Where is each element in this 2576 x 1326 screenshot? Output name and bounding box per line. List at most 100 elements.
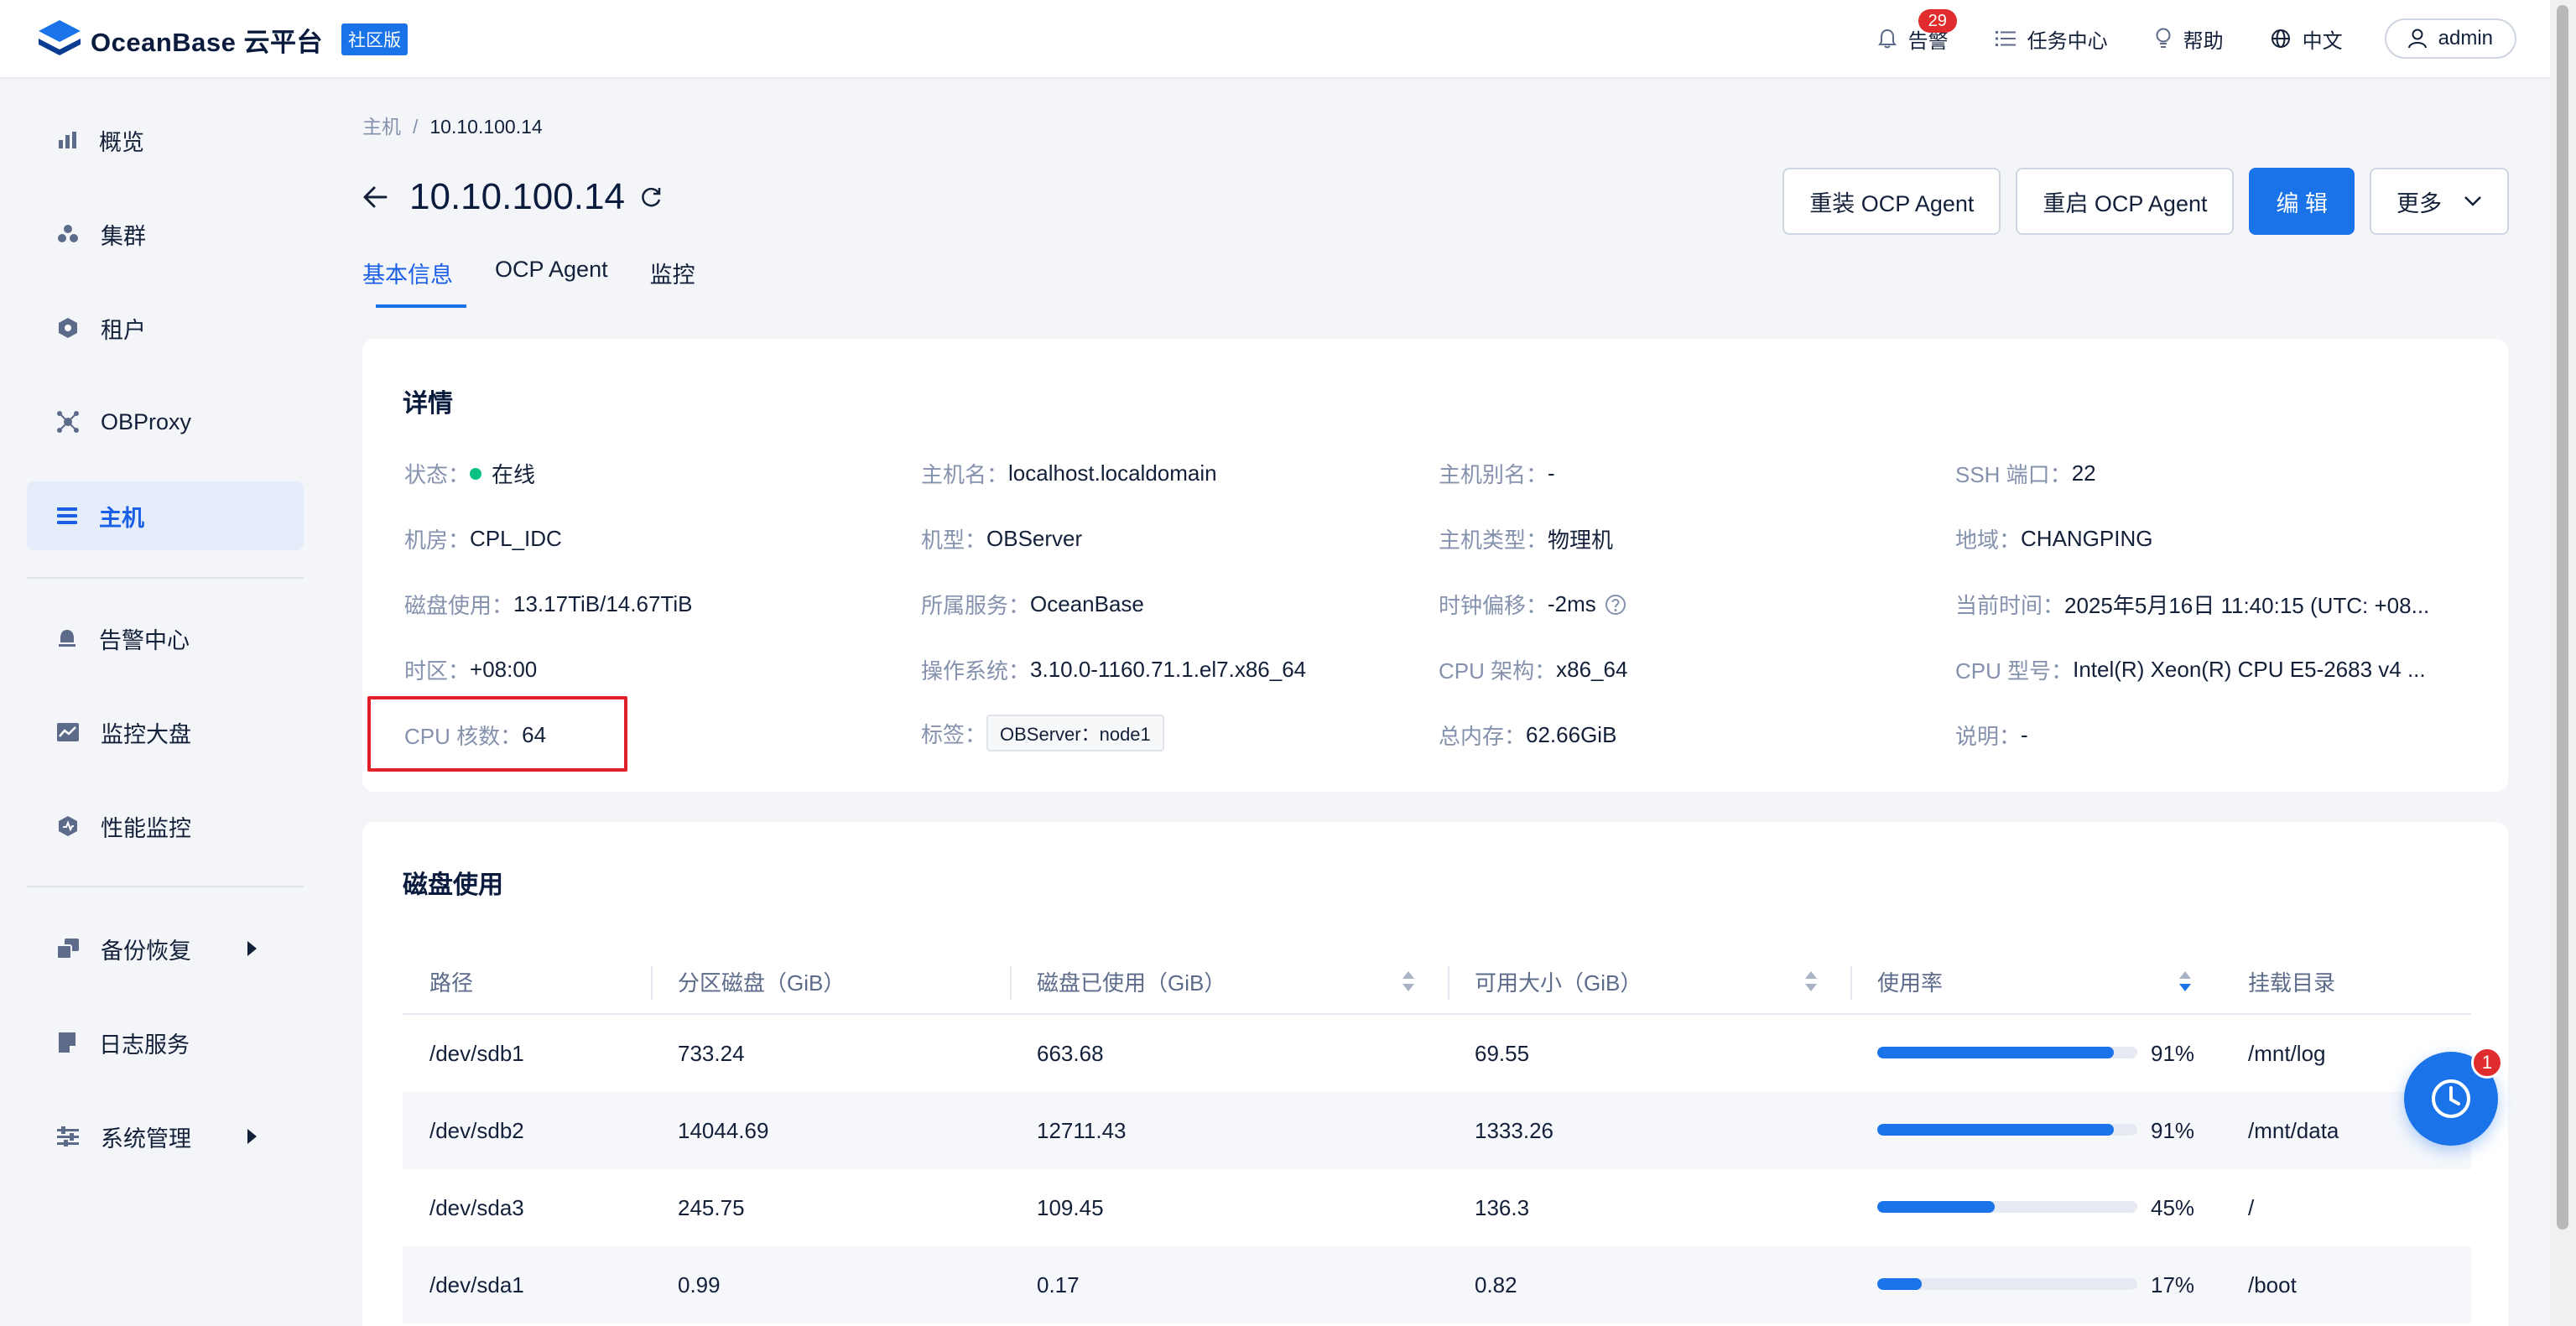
sidebar-item-dashboard[interactable]: 监控大盘 xyxy=(27,698,304,767)
backup-icon xyxy=(57,939,79,959)
field-value: localhost.localdomain xyxy=(1008,460,1217,486)
field-cpu-model: CPU 型号： Intel(R) Xeon(R) CPU E5-2683 v4 .… xyxy=(1955,654,2426,685)
field-status: 状态： 在线 xyxy=(404,458,535,489)
sidebar-item-performance[interactable]: 性能监控 xyxy=(27,792,304,861)
user-icon xyxy=(2407,29,2427,49)
table-row: /dev/sda3 245.75 109.45 136.3 45% / xyxy=(403,1169,2471,1246)
column-header-path: 路径 xyxy=(429,970,474,996)
help-circle-icon[interactable] xyxy=(1605,594,1626,616)
field-value: 22 xyxy=(2071,460,2096,486)
tab-monitor[interactable]: 监控 xyxy=(650,257,695,308)
sidebar-item-log-service[interactable]: 日志服务 xyxy=(27,1008,304,1077)
language-switch[interactable]: 中文 xyxy=(2271,24,2343,54)
field-key: 主机名： xyxy=(921,462,1009,487)
page-title: 10.10.100.14 xyxy=(409,176,625,217)
field-value: - xyxy=(2021,722,2028,747)
field-region: 地域： CHANGPING xyxy=(1955,523,2152,554)
vertical-scrollbar[interactable] xyxy=(2550,0,2576,1326)
column-header-usage-rate[interactable]: 使用率 xyxy=(1877,948,1943,1015)
column-separator xyxy=(651,966,653,1000)
cell-size: 245.75 xyxy=(678,1194,745,1220)
logo[interactable]: OceanBase 云平台 社区版 xyxy=(37,18,408,60)
field-current-time: 当前时间： 2025年5月16日 11:40:15 (UTC: +08... xyxy=(1955,589,2429,620)
field-value: 在线 xyxy=(492,462,536,487)
refresh-icon[interactable] xyxy=(638,185,664,210)
user-menu[interactable]: admin xyxy=(2384,18,2516,59)
field-model: 机型： OBServer xyxy=(921,523,1082,554)
dashboard-icon xyxy=(57,723,79,741)
task-center-menu[interactable]: 任务中心 xyxy=(1995,24,2108,54)
sidebar-item-system-management[interactable]: 系统管理 xyxy=(27,1102,304,1171)
settings-icon xyxy=(57,1126,79,1147)
sidebar: 概览 集群 租户 OBProxy 主机 告警中心 监控大盘 性能监控 备份恢复 … xyxy=(0,81,319,1326)
caret-right-icon xyxy=(247,1129,257,1144)
sidebar-item-cluster[interactable]: 集群 xyxy=(27,200,304,268)
field-key: 状态： xyxy=(404,462,471,487)
breadcrumb-parent-link[interactable]: 主机 xyxy=(362,116,401,138)
cell-usage: 91% xyxy=(2151,1117,2195,1143)
cell-size: 733.24 xyxy=(678,1040,745,1066)
disk-table-header: 路径 分区磁盘（GiB） 磁盘已使用（GiB） 可用大小（GiB） 使用率 挂载… xyxy=(403,948,2471,1015)
field-key: 时区： xyxy=(404,658,471,684)
language-label: 中文 xyxy=(2302,29,2343,53)
cell-path: /dev/sdb2 xyxy=(429,1117,524,1143)
table-row: /dev/sdb1 733.24 663.68 69.55 91% /mnt/l… xyxy=(403,1015,2471,1092)
back-arrow-icon[interactable] xyxy=(362,186,388,208)
sidebar-item-overview[interactable]: 概览 xyxy=(27,106,304,174)
help-menu[interactable]: 帮助 xyxy=(2155,24,2224,54)
cell-mount: /boot xyxy=(2248,1271,2297,1297)
field-host-alias: 主机别名： - xyxy=(1439,458,1555,489)
usage-progress-fill xyxy=(1877,1124,2115,1136)
sort-desc-active-icon[interactable] xyxy=(2178,970,2193,993)
sidebar-item-alarm-center[interactable]: 告警中心 xyxy=(27,604,304,673)
sort-icon[interactable] xyxy=(1401,970,1416,993)
field-timezone: 时区： +08:00 xyxy=(404,654,537,685)
log-icon xyxy=(59,1032,75,1053)
alerts-menu[interactable]: 告警 29 xyxy=(1877,8,1957,54)
column-header-used[interactable]: 磁盘已使用（GiB） xyxy=(1037,948,1226,1015)
sidebar-item-label: 日志服务 xyxy=(99,1032,190,1058)
sidebar-item-backup[interactable]: 备份恢复 xyxy=(27,914,304,983)
field-key: 所属服务： xyxy=(921,593,1031,618)
caret-right-icon xyxy=(247,941,257,956)
field-value: Intel(R) Xeon(R) CPU E5-2683 v4 ... xyxy=(2073,657,2426,682)
cell-available: 69.55 xyxy=(1475,1040,1530,1066)
oceanbase-logo-icon xyxy=(37,18,82,60)
sort-icon[interactable] xyxy=(1803,970,1819,993)
sidebar-item-tenant[interactable]: 租户 xyxy=(27,294,304,362)
field-key: CPU 架构： xyxy=(1439,658,1557,684)
help-label: 帮助 xyxy=(2183,29,2224,53)
tenant-icon xyxy=(59,318,77,338)
field-key: 时钟偏移： xyxy=(1439,593,1548,618)
reinstall-agent-button[interactable]: 重装 OCP Agent xyxy=(1782,168,2001,235)
field-key: 主机类型： xyxy=(1439,528,1548,553)
sidebar-item-host[interactable]: 主机 xyxy=(27,481,304,550)
cell-mount: /mnt/log xyxy=(2248,1040,2326,1066)
brand-name: OceanBase 云平台 xyxy=(91,27,323,57)
cpu-cores-highlight xyxy=(367,696,627,772)
field-host-type: 主机类型： 物理机 xyxy=(1439,523,1613,554)
cell-usage: 45% xyxy=(2151,1194,2195,1220)
performance-icon xyxy=(59,816,77,836)
more-dropdown-button[interactable]: 更多 xyxy=(2370,168,2509,235)
lightbulb-icon xyxy=(2156,28,2171,48)
task-center-label: 任务中心 xyxy=(2027,29,2108,53)
column-header-available[interactable]: 可用大小（GiB） xyxy=(1475,948,1642,1015)
usage-progress-fill xyxy=(1877,1047,2115,1058)
list-icon xyxy=(1995,31,2016,46)
sidebar-item-obproxy[interactable]: OBProxy xyxy=(27,387,304,456)
edit-button[interactable]: 编 辑 xyxy=(2249,168,2355,235)
field-value: OceanBase xyxy=(1030,591,1144,616)
tab-ocp-agent[interactable]: OCP Agent xyxy=(495,257,608,308)
restart-agent-button[interactable]: 重启 OCP Agent xyxy=(2016,168,2235,235)
field-os: 操作系统： 3.10.0-1160.71.1.el7.x86_64 xyxy=(921,654,1306,685)
cell-used: 12711.43 xyxy=(1037,1117,1127,1143)
field-key: 标签： xyxy=(921,721,987,747)
header-actions: 告警 29 任务中心 帮助 中文 admin xyxy=(1831,8,2516,60)
column-separator xyxy=(1010,966,1012,1000)
tab-bar: 基本信息 OCP Agent 监控 xyxy=(362,257,737,308)
sidebar-item-label: 告警中心 xyxy=(99,627,190,653)
scrollbar-thumb[interactable] xyxy=(2557,5,2568,1230)
tab-basic-info[interactable]: 基本信息 xyxy=(362,257,466,308)
cell-available: 0.82 xyxy=(1475,1271,1517,1297)
